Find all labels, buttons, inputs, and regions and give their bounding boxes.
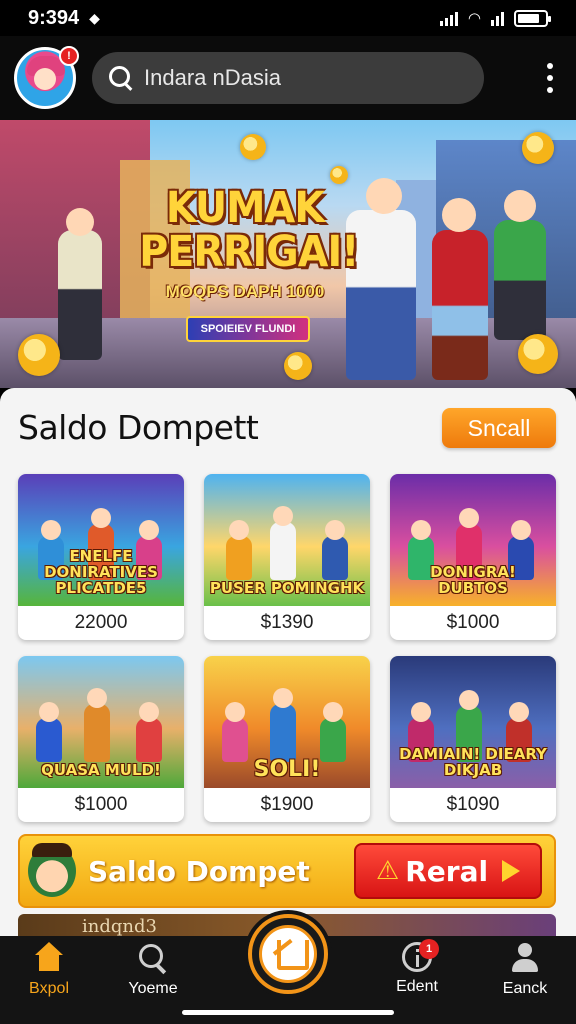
search-bar[interactable] bbox=[92, 52, 484, 104]
battery-icon bbox=[514, 9, 551, 27]
game-card[interactable]: PUSER POMINGHK $1390 bbox=[204, 474, 370, 640]
game-title: QUASA MULD! bbox=[41, 761, 161, 779]
status-icons: ◠ bbox=[439, 9, 551, 27]
game-card[interactable]: QUASA MULD! $1000 bbox=[18, 656, 184, 822]
search-icon bbox=[137, 942, 169, 974]
game-art: DAMIAIN! DIEARY DIKJAB bbox=[390, 656, 556, 788]
nav-label: Yoeme bbox=[128, 980, 178, 997]
avatar-notification-badge: ! bbox=[59, 46, 79, 66]
game-grid: ENELFE DONIRATIVES PLICATDE5 22000 PUSER… bbox=[18, 474, 558, 822]
more-options-icon[interactable] bbox=[538, 58, 562, 98]
play-icon bbox=[502, 860, 521, 882]
promo-button-label: Reral bbox=[405, 854, 489, 888]
section-title: Saldo Dompett bbox=[18, 408, 259, 447]
wifi-icon: ◠ bbox=[467, 10, 481, 27]
app-header: ! bbox=[0, 36, 576, 120]
home-indicator bbox=[182, 1010, 394, 1015]
wallet-action-button[interactable]: Sncall bbox=[442, 408, 556, 448]
nav-item-home[interactable]: Bxpol bbox=[4, 942, 94, 998]
game-price: $1000 bbox=[74, 794, 128, 815]
game-price: $1900 bbox=[260, 794, 314, 815]
status-time: 9:394 bbox=[28, 6, 80, 29]
hero-tag: SPOIEIEV FLUNDI bbox=[186, 316, 310, 342]
hero-subtitle: MOQPS DAPH 1000 bbox=[165, 282, 325, 301]
search-icon bbox=[108, 65, 134, 91]
warning-icon: ⚠ bbox=[375, 856, 400, 886]
game-title: DAMIAIN! DIEARY DIKJAB bbox=[399, 745, 547, 779]
game-title: ENELFE DONIRATIVES PLICATDE5 bbox=[44, 547, 158, 597]
game-card[interactable]: DONIGRA! DUBTOS $1000 bbox=[390, 474, 556, 640]
game-title: PUSER POMINGHK bbox=[209, 579, 365, 597]
game-card[interactable]: SOLI! $1900 bbox=[204, 656, 370, 822]
game-art: PUSER POMINGHK bbox=[204, 474, 370, 606]
game-price: 22000 bbox=[74, 612, 128, 633]
game-art: SOLI! bbox=[204, 656, 370, 788]
game-title: SOLI! bbox=[253, 757, 321, 782]
nav-item-search[interactable]: Yoeme bbox=[108, 942, 198, 998]
nav-label: Edent bbox=[396, 978, 438, 995]
hero-banner[interactable]: KUMAK PERRIGAI! MOQPS DAPH 1000 SPOIEIEV… bbox=[0, 120, 576, 388]
notification-diamond-icon: ◆ bbox=[89, 9, 100, 26]
avatar[interactable]: ! bbox=[14, 46, 79, 109]
center-action-button[interactable] bbox=[248, 914, 328, 994]
game-art: ENELFE DONIRATIVES PLICATDE5 bbox=[18, 474, 184, 606]
cell-signal-icon-2 bbox=[491, 10, 504, 26]
hero-title: KUMAK PERRIGAI! bbox=[139, 183, 359, 277]
promo-character-icon bbox=[28, 843, 76, 897]
game-art: DONIGRA! DUBTOS bbox=[390, 474, 556, 606]
game-price: $1000 bbox=[446, 612, 500, 633]
promo-banner[interactable]: Saldo Dompet ⚠ Reral bbox=[18, 834, 556, 908]
game-title: DONIGRA! DUBTOS bbox=[430, 563, 516, 597]
main-content: Saldo Dompett Sncall ENELFE DONIRATIVES … bbox=[0, 388, 576, 936]
nav-label: Eanck bbox=[502, 980, 548, 997]
nav-item-profile[interactable]: Eanck bbox=[480, 942, 570, 998]
game-card[interactable]: DAMIAIN! DIEARY DIKJAB $1090 bbox=[390, 656, 556, 822]
shop-bag-icon bbox=[259, 925, 317, 983]
info-icon: 1 bbox=[402, 939, 439, 972]
promo-text: Saldo Dompet bbox=[88, 854, 310, 888]
game-art: QUASA MULD! bbox=[18, 656, 184, 788]
nav-badge: 1 bbox=[419, 939, 439, 959]
promo-button[interactable]: ⚠ Reral bbox=[354, 843, 542, 899]
nav-item-events[interactable]: 1 Edent bbox=[372, 939, 462, 996]
home-icon bbox=[33, 942, 65, 974]
search-input[interactable] bbox=[144, 65, 464, 91]
user-icon bbox=[509, 942, 541, 974]
status-bar: 9:394 ◆ ◠ bbox=[0, 0, 576, 36]
game-price: $1090 bbox=[446, 794, 500, 815]
game-price: $1390 bbox=[260, 612, 314, 633]
strip-text: indqnd3 bbox=[82, 916, 157, 936]
game-card[interactable]: ENELFE DONIRATIVES PLICATDE5 22000 bbox=[18, 474, 184, 640]
nav-label: Bxpol bbox=[28, 980, 70, 997]
cell-signal-icon bbox=[439, 10, 458, 26]
